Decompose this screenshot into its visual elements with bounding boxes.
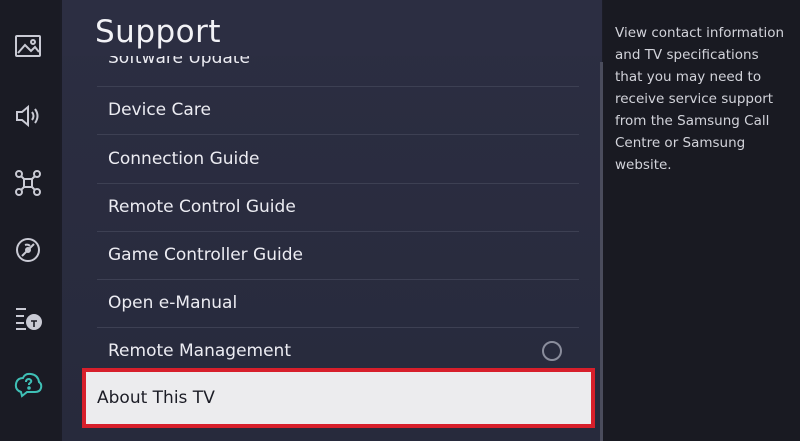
sound-icon[interactable] — [8, 96, 48, 136]
support-icon[interactable] — [8, 365, 48, 405]
page-title: Support — [95, 14, 222, 50]
menu-item-label: Remote Control Guide — [108, 197, 296, 217]
menu-item-open-e-manual[interactable]: Open e-Manual — [97, 279, 579, 328]
menu-item-label: Device Care — [108, 100, 211, 120]
menu-item-label: Connection Guide — [108, 149, 260, 169]
menu-item-device-care[interactable]: Device Care — [97, 86, 579, 135]
toggle-status-circle-icon[interactable] — [542, 341, 562, 361]
menu-item-label: Remote Management — [108, 341, 291, 361]
picture-icon[interactable] — [8, 26, 48, 66]
left-navigation-rail — [0, 0, 60, 441]
help-description: View contact information and TV specific… — [615, 25, 785, 173]
connection-icon[interactable] — [8, 163, 48, 203]
broadcasting-icon[interactable] — [8, 230, 48, 270]
accessibility-icon[interactable] — [8, 298, 48, 338]
menu-item-label: Game Controller Guide — [108, 245, 303, 265]
menu-item-connection-guide[interactable]: Connection Guide — [97, 135, 579, 184]
menu-item-about-this-tv[interactable]: About This TV — [82, 368, 595, 428]
menu-item-label: About This TV — [97, 388, 215, 408]
menu-item-remote-control-guide[interactable]: Remote Control Guide — [97, 183, 579, 232]
menu-item-label: Open e-Manual — [108, 293, 238, 313]
menu-item-game-controller-guide[interactable]: Game Controller Guide — [97, 231, 579, 280]
